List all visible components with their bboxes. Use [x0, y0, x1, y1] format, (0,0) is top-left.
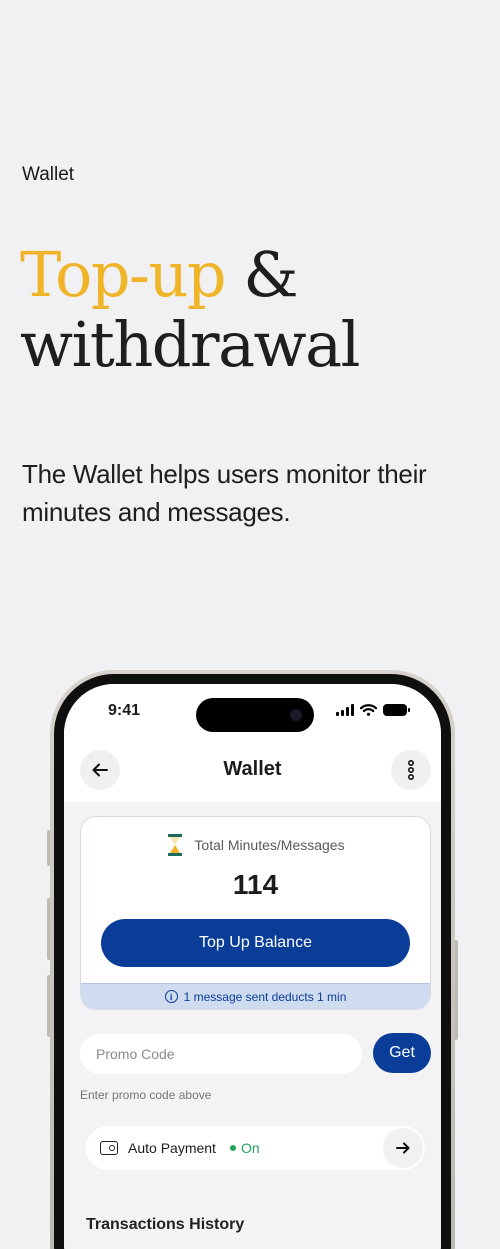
status-icons [336, 704, 410, 716]
promo-code-input[interactable] [80, 1034, 362, 1074]
auto-payment-label: Auto Payment [128, 1140, 216, 1156]
signal-icon [336, 704, 354, 716]
top-up-balance-button[interactable]: Top Up Balance [101, 919, 410, 967]
arrow-right-icon [396, 1142, 410, 1154]
transactions-heading: Transactions History [86, 1216, 245, 1233]
wifi-icon [360, 704, 377, 716]
headline-ampersand: & [225, 238, 298, 311]
more-options-button[interactable] [391, 750, 431, 790]
description: The Wallet helps users monitor their min… [22, 459, 427, 527]
headline-line2: withdrawal [20, 308, 360, 381]
camera-icon [290, 709, 302, 721]
get-promo-button[interactable]: Get [373, 1033, 431, 1073]
app-title: Wallet [223, 758, 282, 780]
phone-bezel: 9:41 Wallet Total Minutes/Messages 114 T… [54, 674, 451, 1249]
status-dot-icon [229, 1145, 236, 1151]
battery-icon [383, 704, 410, 716]
promo-hint: Enter promo code above [80, 1088, 212, 1102]
deduction-info: i 1 message sent deducts 1 min [81, 983, 430, 1009]
headline: Top-up & withdrawal [20, 238, 360, 381]
dynamic-island [196, 698, 314, 732]
more-vertical-icon [407, 760, 415, 780]
deduction-info-text: 1 message sent deducts 1 min [183, 989, 347, 1004]
status-time: 9:41 [108, 702, 141, 719]
auto-payment-row[interactable]: Auto Payment On [86, 1126, 425, 1170]
headline-accent: Top-up [20, 238, 227, 311]
balance-card: Total Minutes/Messages 114 Top Up Balanc… [80, 816, 431, 1010]
section-label: Wallet [22, 164, 75, 185]
balance-value: 114 [232, 869, 279, 900]
info-icon: i [164, 990, 178, 1003]
wallet-icon [100, 1141, 118, 1155]
status-bar: 9:41 [64, 684, 441, 744]
phone-screen: 9:41 Wallet Total Minutes/Messages 114 T… [64, 684, 441, 1249]
app-header: Wallet [64, 744, 441, 802]
hourglass-icon [168, 834, 183, 856]
phone-mockup: 9:41 Wallet Total Minutes/Messages 114 T… [50, 670, 455, 1249]
auto-payment-arrow-button[interactable] [383, 1128, 423, 1168]
auto-payment-status-text: On [240, 1140, 260, 1156]
balance-title-row: Total Minutes/Messages [81, 833, 430, 857]
auto-payment-status: On [229, 1140, 260, 1156]
balance-title: Total Minutes/Messages [194, 837, 345, 853]
